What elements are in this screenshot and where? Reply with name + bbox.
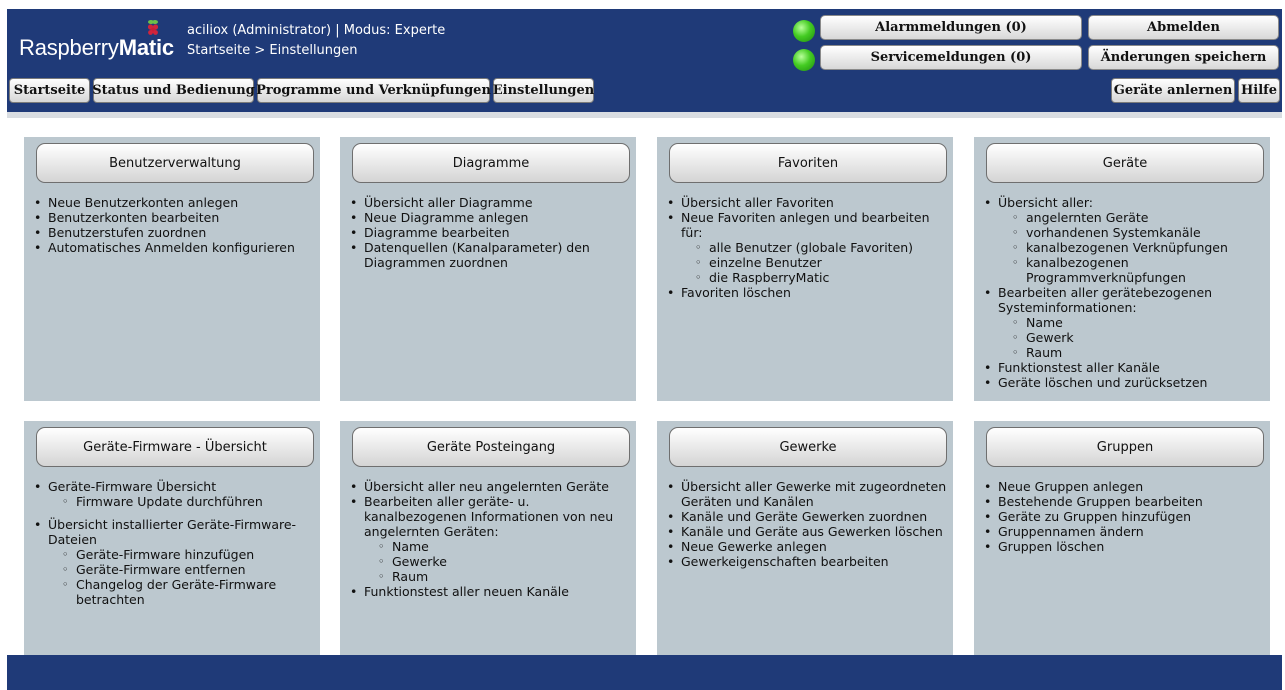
card-user-management: Benutzerverwaltung Neue Benutzerkonten a… (24, 137, 320, 401)
sub-list-item: vorhandenen Systemkanäle (1012, 225, 1264, 240)
list-item: Kanäle und Geräte Gewerken zuordnen (667, 509, 947, 524)
list-item: Übersicht aller Favoriten (667, 195, 947, 210)
alarm-status-lamp-icon (793, 20, 815, 42)
list-item: Gewerkeigenschaften bearbeiten (667, 554, 947, 569)
list-item: Gruppen löschen (984, 539, 1264, 554)
list-item: Neue Gewerke anlegen (667, 539, 947, 554)
favorites-button[interactable]: Favoriten (669, 143, 947, 183)
sub-list-item: kanalbezogenen Verknüpfungen (1012, 240, 1264, 255)
learn-devices-button[interactable]: Geräte anlernen (1111, 78, 1235, 103)
list-item: Bearbeiten aller gerätebezogenen Systemi… (984, 285, 1264, 360)
list-item-text: Bearbeiten aller geräte- u. kanalbezogen… (364, 494, 614, 539)
user-mode-info: aciliox (Administrator) | Modus: Experte (187, 23, 446, 38)
list-item-text: Übersicht installierter Geräte-Firmware-… (48, 517, 297, 547)
list-item: Übersicht aller Gewerke mit zugeordneten… (667, 479, 947, 509)
list-item: Neue Diagramme anlegen (350, 210, 630, 225)
list-item: Bestehende Gruppen bearbeiten (984, 494, 1264, 509)
list-item: Funktionstest aller Kanäle (984, 360, 1264, 375)
nav-settings-button[interactable]: Einstellungen (493, 78, 594, 103)
raspberry-icon (147, 20, 159, 35)
logout-button[interactable]: Abmelden (1088, 15, 1279, 40)
raspberrymatic-logo: RaspberryMatic (19, 35, 174, 61)
list-item: Übersicht aller: angelernten Geräte vorh… (984, 195, 1264, 285)
help-button[interactable]: Hilfe (1238, 78, 1280, 103)
nav-status-button[interactable]: Status und Bedienung (92, 78, 255, 103)
sub-list-item: Geräte-Firmware entfernen (62, 562, 314, 577)
sub-list-item: alle Benutzer (globale Favoriten) (695, 240, 947, 255)
firmware-overview-button[interactable]: Geräte-Firmware - Übersicht (36, 427, 314, 467)
sub-list-item: angelernten Geräte (1012, 210, 1264, 225)
logo-text-bold: Matic (118, 35, 174, 60)
sub-list-item: Gewerk (1012, 330, 1264, 345)
list-item: Funktionstest aller neuen Kanäle (350, 584, 630, 599)
list-item: Datenquellen (Kanalparameter) den Diagra… (350, 240, 630, 270)
list-item: Benutzerkonten bearbeiten (34, 210, 314, 225)
sub-list-item: Changelog der Geräte-Firmware betrachten (62, 577, 314, 607)
list-item: Gruppennamen ändern (984, 524, 1264, 539)
card-diagrams: Diagramme Übersicht aller Diagramme Neue… (340, 137, 636, 401)
list-item-text: Bearbeiten aller gerätebezogenen Systemi… (998, 285, 1213, 315)
list-item: Automatisches Anmelden konfigurieren (34, 240, 314, 255)
list-item: Diagramme bearbeiten (350, 225, 630, 240)
card-groups: Gruppen Neue Gruppen anlegen Bestehende … (974, 421, 1270, 655)
list-item: Benutzerstufen zuordnen (34, 225, 314, 240)
card-favorites: Favoriten Übersicht aller Favoriten Neue… (657, 137, 953, 401)
device-inbox-button[interactable]: Geräte Posteingang (352, 427, 630, 467)
list-item: Bearbeiten aller geräte- u. kanalbezogen… (350, 494, 630, 584)
card-device-inbox: Geräte Posteingang Übersicht aller neu a… (340, 421, 636, 655)
logo-text-light: Raspberry (19, 35, 119, 60)
top-header: RaspberryMatic aciliox (Administrator) |… (7, 9, 1282, 112)
user-management-button[interactable]: Benutzerverwaltung (36, 143, 314, 183)
devices-button[interactable]: Geräte (986, 143, 1264, 183)
list-item: Kanäle und Geräte aus Gewerken löschen (667, 524, 947, 539)
trades-button[interactable]: Gewerke (669, 427, 947, 467)
sub-list-item: Gewerke (378, 554, 630, 569)
sub-list-item: Firmware Update durchführen (62, 494, 314, 509)
service-messages-button[interactable]: Servicemeldungen (0) (820, 45, 1082, 70)
list-item: Neue Gruppen anlegen (984, 479, 1264, 494)
nav-programs-button[interactable]: Programme und Verknüpfungen (256, 78, 491, 103)
list-item: Übersicht aller neu angelernten Geräte (350, 479, 630, 494)
card-firmware-overview: Geräte-Firmware - Übersicht Geräte-Firmw… (24, 421, 320, 655)
sub-list-item: die RaspberryMatic (695, 270, 947, 285)
list-item: Favoriten löschen (667, 285, 947, 300)
list-item-text: Neue Favoriten anlegen und bearbeiten fü… (681, 210, 930, 240)
footer-bar (7, 655, 1282, 690)
card-devices: Geräte Übersicht aller: angelernten Gerä… (974, 137, 1270, 401)
nav-home-button[interactable]: Startseite (9, 78, 90, 103)
card-trades: Gewerke Übersicht aller Gewerke mit zuge… (657, 421, 953, 655)
sub-list-item: Geräte-Firmware hinzufügen (62, 547, 314, 562)
list-item-text: Übersicht aller: (998, 195, 1093, 210)
list-item-text: Geräte-Firmware Übersicht (48, 479, 217, 494)
alarm-messages-button[interactable]: Alarmmeldungen (0) (820, 15, 1082, 40)
header-separator (7, 112, 1282, 118)
list-item: Geräte zu Gruppen hinzufügen (984, 509, 1264, 524)
list-item: Geräte löschen und zurücksetzen (984, 375, 1264, 390)
groups-button[interactable]: Gruppen (986, 427, 1264, 467)
sub-list-item: Name (378, 539, 630, 554)
sub-list-item: kanalbezogenen Programmverknüpfungen (1012, 255, 1264, 285)
diagrams-button[interactable]: Diagramme (352, 143, 630, 183)
list-item: Neue Benutzerkonten anlegen (34, 195, 314, 210)
list-item: Geräte-Firmware Übersicht Firmware Updat… (34, 479, 314, 509)
list-item: Übersicht aller Diagramme (350, 195, 630, 210)
sub-list-item: Name (1012, 315, 1264, 330)
list-item: Neue Favoriten anlegen und bearbeiten fü… (667, 210, 947, 285)
list-item: Übersicht installierter Geräte-Firmware-… (34, 517, 314, 607)
sub-list-item: Raum (1012, 345, 1264, 360)
save-changes-button[interactable]: Änderungen speichern (1088, 45, 1279, 70)
service-status-lamp-icon (793, 49, 815, 71)
sub-list-item: Raum (378, 569, 630, 584)
sub-list-item: einzelne Benutzer (695, 255, 947, 270)
breadcrumb[interactable]: Startseite > Einstellungen (187, 43, 358, 58)
